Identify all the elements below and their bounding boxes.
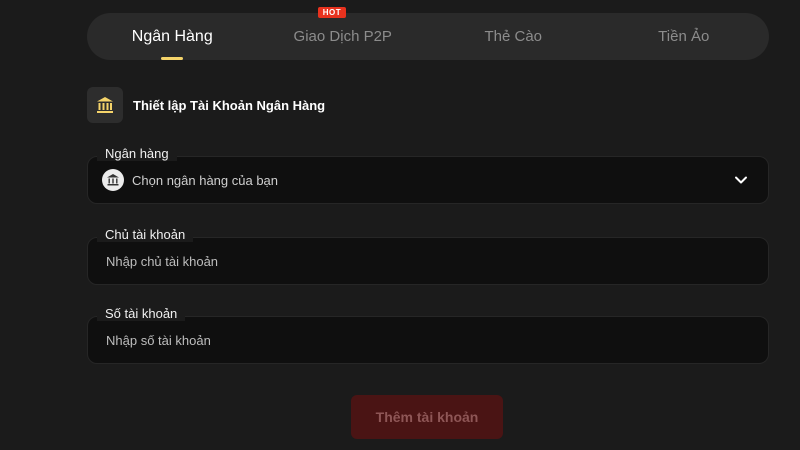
tab-tien-ao[interactable]: Tiền Ảo <box>599 13 770 60</box>
account-holder-label: Chủ tài khoản <box>97 227 194 242</box>
bank-building-icon <box>102 169 124 191</box>
section-header: Thiết lập Tài Khoản Ngân Hàng <box>87 87 325 123</box>
chevron-down-icon[interactable] <box>734 173 748 190</box>
bank-icon <box>87 87 123 123</box>
bank-select[interactable]: Chọn ngân hàng của bạn <box>87 156 769 204</box>
bank-select-placeholder: Chọn ngân hàng của bạn <box>132 172 279 188</box>
tab-label: Tiền Ảo <box>658 28 710 45</box>
tab-label: Giao Dịch P2P <box>293 28 392 45</box>
add-account-button[interactable]: Thêm tài khoản <box>351 395 503 439</box>
active-tab-indicator <box>161 57 184 60</box>
tab-the-cao[interactable]: Thẻ Cào <box>428 13 599 60</box>
account-number-input[interactable] <box>106 332 702 348</box>
account-number-label: Số tài khoản <box>97 306 186 321</box>
section-title: Thiết lập Tài Khoản Ngân Hàng <box>133 97 326 113</box>
tab-label: Ngân Hàng <box>131 27 213 45</box>
tab-bar: Ngân Hàng HOT Giao Dịch P2P Thẻ Cào Tiền… <box>87 7 770 60</box>
tab-label: Thẻ Cào <box>484 28 543 45</box>
tab-ngan-hang[interactable]: Ngân Hàng <box>87 13 258 60</box>
account-holder-input[interactable] <box>106 253 702 269</box>
account-number-box <box>87 316 769 364</box>
account-holder-box <box>87 237 769 285</box>
tab-giao-dich-p2p[interactable]: HOT Giao Dịch P2P <box>258 7 429 60</box>
bank-select-label: Ngân hàng <box>97 146 177 161</box>
hot-badge: HOT <box>317 7 347 18</box>
page: Ngân Hàng HOT Giao Dịch P2P Thẻ Cào Tiền… <box>0 0 800 450</box>
